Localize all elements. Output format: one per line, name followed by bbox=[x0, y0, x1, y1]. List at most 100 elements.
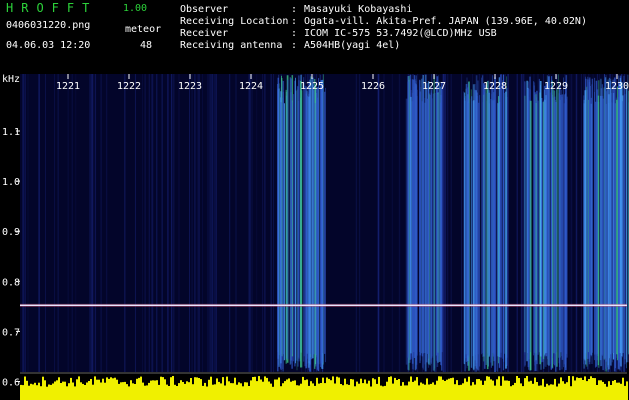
amplitude-bar bbox=[300, 383, 302, 400]
amplitude-bar bbox=[534, 377, 536, 400]
amplitude-bar bbox=[146, 385, 148, 400]
amplitude-bar bbox=[124, 381, 126, 400]
amplitude-bar bbox=[438, 376, 440, 400]
amplitude-bar bbox=[252, 377, 254, 400]
amplitude-bar bbox=[148, 382, 150, 400]
amplitude-bar bbox=[508, 380, 510, 400]
amplitude-bar bbox=[328, 378, 330, 400]
amplitude-bar bbox=[444, 381, 446, 400]
amplitude-bar bbox=[452, 377, 454, 400]
amplitude-bar bbox=[528, 381, 530, 400]
amplitude-bar bbox=[484, 380, 486, 400]
amplitude-bar bbox=[442, 379, 444, 400]
amplitude-bar bbox=[288, 378, 290, 400]
amplitude-bar bbox=[198, 378, 200, 400]
amplitude-bar bbox=[348, 384, 350, 400]
meteor-count: 48 bbox=[140, 40, 153, 51]
amplitude-bar bbox=[316, 377, 318, 400]
amplitude-bar bbox=[596, 385, 598, 400]
amplitude-bar bbox=[332, 376, 334, 400]
amplitude-bar bbox=[468, 376, 470, 400]
amplitude-bar bbox=[90, 379, 92, 400]
amplitude-bar bbox=[626, 381, 628, 400]
amplitude-bar bbox=[490, 379, 492, 400]
amplitude-bar bbox=[162, 377, 164, 400]
amplitude-bar bbox=[272, 386, 274, 400]
amplitude-bar bbox=[116, 379, 118, 400]
amplitude-bar bbox=[512, 385, 514, 400]
amplitude-bar bbox=[310, 381, 312, 400]
amplitude-bar bbox=[398, 379, 400, 400]
y-tick-label: 0.6 bbox=[2, 378, 20, 389]
amplitude-bar bbox=[364, 379, 366, 400]
amplitude-bar bbox=[460, 384, 462, 400]
amplitude-bar bbox=[600, 380, 602, 400]
amplitude-bar bbox=[624, 385, 626, 400]
amplitude-bar bbox=[294, 380, 296, 400]
amplitude-bar bbox=[60, 383, 62, 400]
time-tick-label: 1227 bbox=[422, 81, 446, 92]
amplitude-bar bbox=[236, 384, 238, 400]
amplitude-bar bbox=[520, 383, 522, 400]
amplitude-bar bbox=[492, 380, 494, 400]
time-tick-label: 1224 bbox=[239, 81, 263, 92]
amplitude-bar bbox=[38, 382, 40, 400]
amplitude-bar bbox=[22, 385, 24, 400]
amplitude-bar bbox=[196, 377, 198, 400]
amplitude-bar bbox=[44, 380, 46, 400]
amplitude-bar bbox=[574, 380, 576, 400]
amplitude-bar bbox=[488, 376, 490, 400]
amplitude-bar bbox=[406, 385, 408, 400]
amplitude-bar bbox=[360, 378, 362, 400]
y-unit-label: kHz bbox=[2, 74, 20, 85]
amplitude-bar bbox=[206, 386, 208, 400]
amplitude-bar bbox=[74, 386, 76, 400]
amplitude-bar bbox=[330, 380, 332, 400]
info-colon: : bbox=[291, 4, 298, 15]
amplitude-bar bbox=[264, 376, 266, 400]
amplitude-bar bbox=[420, 382, 422, 400]
amplitude-bar bbox=[542, 378, 544, 400]
amplitude-bar bbox=[614, 380, 616, 400]
amplitude-bar bbox=[540, 385, 542, 400]
amplitude-bar bbox=[80, 382, 82, 400]
amplitude-bar bbox=[610, 385, 612, 400]
amplitude-bar bbox=[526, 376, 528, 400]
amplitude-bar bbox=[464, 378, 466, 400]
amplitude-bar bbox=[248, 386, 250, 400]
amplitude-bar bbox=[502, 376, 504, 400]
amplitude-bar bbox=[182, 382, 184, 400]
amplitude-bar bbox=[454, 384, 456, 400]
amplitude-bar bbox=[76, 379, 78, 400]
amplitude-bar bbox=[598, 380, 600, 400]
amplitude-bar bbox=[178, 383, 180, 400]
amplitude-bar bbox=[584, 376, 586, 400]
amplitude-bar bbox=[216, 378, 218, 400]
amplitude-bar bbox=[128, 386, 130, 400]
amplitude-bar bbox=[130, 380, 132, 400]
amplitude-bar bbox=[604, 383, 606, 400]
amplitude-bar bbox=[192, 384, 194, 400]
amplitude-bar bbox=[344, 378, 346, 400]
amplitude-bar bbox=[160, 376, 162, 400]
amplitude-bar bbox=[306, 379, 308, 400]
amplitude-bar bbox=[500, 385, 502, 400]
amplitude-bar bbox=[166, 384, 168, 400]
amplitude-bar bbox=[296, 385, 298, 400]
amplitude-bar bbox=[530, 380, 532, 400]
amplitude-bar bbox=[290, 381, 292, 400]
amplitude-bar bbox=[472, 382, 474, 400]
amplitude-bar bbox=[532, 383, 534, 400]
amplitude-bar bbox=[412, 381, 414, 400]
amplitude-bar bbox=[374, 379, 376, 400]
time-tick-label: 1230 bbox=[605, 81, 629, 92]
time-tick-label: 1229 bbox=[544, 81, 568, 92]
amplitude-bar bbox=[194, 377, 196, 400]
amplitude-bar bbox=[562, 381, 564, 400]
time-tick-label: 1221 bbox=[56, 81, 80, 92]
amplitude-bar bbox=[144, 385, 146, 400]
amplitude-bar bbox=[390, 376, 392, 400]
amplitude-bar bbox=[558, 383, 560, 400]
amplitude-bar bbox=[314, 385, 316, 400]
amplitude-bar bbox=[268, 381, 270, 400]
